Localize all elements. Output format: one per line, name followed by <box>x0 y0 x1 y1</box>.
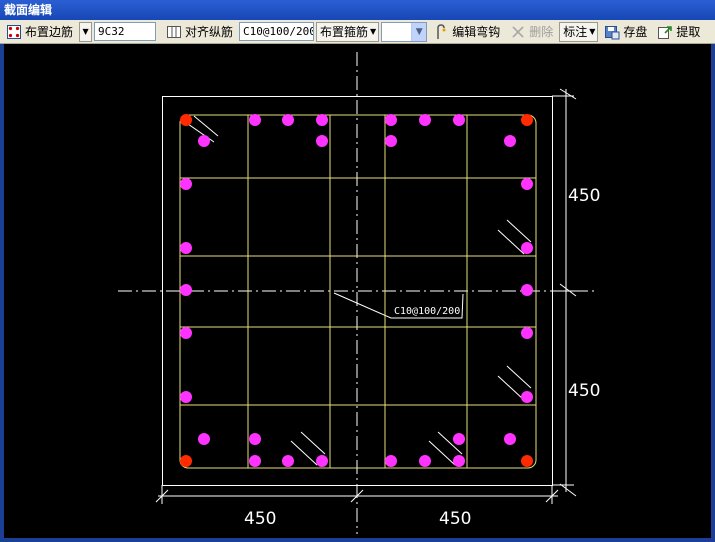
dim-right-top: 450 <box>568 186 600 206</box>
rebar[interactable] <box>180 242 192 254</box>
rebar[interactable] <box>180 284 192 296</box>
section-editor-window: 截面编辑 布置边筋 ▼ 9C32 对齐纵筋 C10@100/200 布置箍筋 ▼… <box>0 0 715 542</box>
rebar[interactable] <box>282 455 294 467</box>
align-bars-icon <box>166 24 182 40</box>
chevron-down-icon: ▼ <box>589 27 596 36</box>
edit-hook-label: 编辑弯钩 <box>452 25 501 39</box>
rebar[interactable] <box>419 455 431 467</box>
rebar[interactable] <box>316 135 328 147</box>
rebar[interactable] <box>419 114 431 126</box>
stirrup-spec-input[interactable]: C10@100/200 <box>239 22 315 41</box>
rebar[interactable] <box>504 433 516 445</box>
rebar[interactable] <box>249 455 261 467</box>
rebar[interactable] <box>521 284 533 296</box>
stirrup-callout-label: C10@100/200 <box>394 306 460 317</box>
dim-right-bottom: 450 <box>568 381 600 401</box>
place-stirrups-label: 布置箍筋 <box>320 25 369 39</box>
rebar[interactable] <box>385 135 397 147</box>
corner-rebar[interactable] <box>180 455 192 467</box>
chevron-down-icon: ▼ <box>411 22 427 41</box>
corner-rebar[interactable] <box>521 455 533 467</box>
inner-horizontal-stirrup-bottom <box>179 326 537 406</box>
column-section-drawing: C10@100/200 450 450 450 450 <box>118 52 600 534</box>
dim-bottom-right: 450 <box>439 509 471 529</box>
edge-bars-icon <box>6 24 22 40</box>
rebar[interactable] <box>521 327 533 339</box>
corner-rebar[interactable] <box>521 114 533 126</box>
corner-rebar[interactable] <box>180 114 192 126</box>
rebar[interactable] <box>521 242 533 254</box>
place-stirrups-menu[interactable]: 布置箍筋 ▼ <box>316 21 380 42</box>
save-label: 存盘 <box>623 25 648 39</box>
rebar[interactable] <box>249 433 261 445</box>
rebar[interactable] <box>282 114 294 126</box>
close-icon <box>510 24 526 40</box>
rebar[interactable] <box>453 114 465 126</box>
rebar[interactable] <box>180 327 192 339</box>
align-long-bars-button[interactable]: 对齐纵筋 <box>162 22 237 42</box>
rebar[interactable] <box>504 135 516 147</box>
place-edge-bars-label: 布置边筋 <box>25 25 74 39</box>
save-button[interactable]: 存盘 <box>600 22 651 42</box>
extract-button[interactable]: 提取 <box>653 22 704 42</box>
drawing-canvas[interactable]: C10@100/200 450 450 450 450 <box>4 44 711 538</box>
edit-hook-button[interactable]: 编辑弯钩 <box>429 22 504 42</box>
rebar[interactable] <box>180 391 192 403</box>
window-title: 截面编辑 <box>0 0 715 20</box>
extract-icon <box>657 24 673 40</box>
rebar[interactable] <box>180 178 192 190</box>
edge-bar-spec-input[interactable]: 9C32 <box>94 22 157 41</box>
chevron-down-icon: ▼ <box>82 27 89 36</box>
dim-bottom-left: 450 <box>244 509 276 529</box>
stirrup-type-select[interactable]: ▼ <box>381 21 428 42</box>
rebar[interactable] <box>521 178 533 190</box>
rebar[interactable] <box>453 455 465 467</box>
rebar[interactable] <box>385 114 397 126</box>
annotate-label: 标注 <box>563 25 588 39</box>
rebar[interactable] <box>198 433 210 445</box>
chevron-down-icon: ▼ <box>370 27 377 36</box>
rebar[interactable] <box>453 433 465 445</box>
toolbar: 布置边筋 ▼ 9C32 对齐纵筋 C10@100/200 布置箍筋 ▼ ▼ 编辑… <box>0 20 715 44</box>
save-disk-icon <box>604 24 620 40</box>
align-long-bars-label: 对齐纵筋 <box>185 25 234 39</box>
hook-icon <box>433 23 449 40</box>
rebar[interactable] <box>521 391 533 403</box>
inner-horizontal-stirrup-top <box>179 177 537 257</box>
rebar[interactable] <box>385 455 397 467</box>
annotate-menu[interactable]: 标注 ▼ <box>559 21 599 42</box>
rebar[interactable] <box>316 455 328 467</box>
rebar[interactable] <box>316 114 328 126</box>
rebar[interactable] <box>198 135 210 147</box>
place-edge-bars-button[interactable]: 布置边筋 <box>2 22 77 42</box>
extract-label: 提取 <box>676 25 701 39</box>
edge-bars-dropdown-button[interactable]: ▼ <box>79 21 93 42</box>
delete-label: 删除 <box>529 25 554 39</box>
delete-button[interactable]: 删除 <box>506 22 557 42</box>
rebar[interactable] <box>249 114 261 126</box>
